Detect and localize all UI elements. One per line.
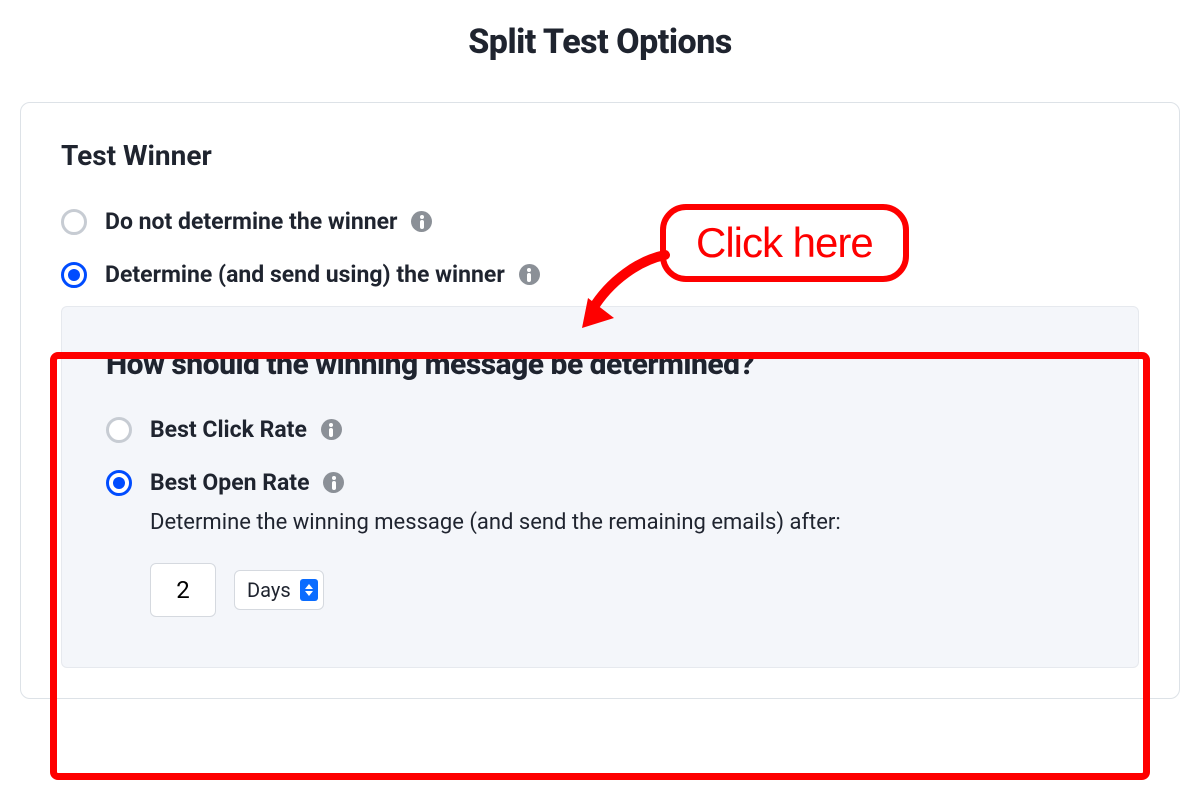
determine-after-controls: Days (150, 563, 1094, 617)
determination-panel: How should the winning message be determ… (61, 306, 1139, 668)
test-winner-heading: Test Winner (61, 139, 1139, 172)
test-winner-option-none[interactable]: Do not determine the winner (61, 208, 1139, 235)
info-icon[interactable] (411, 211, 432, 232)
page-title: Split Test Options (20, 22, 1180, 62)
duration-unit-select[interactable]: Days (234, 570, 324, 610)
info-icon[interactable] (323, 472, 344, 493)
radio-icon[interactable] (106, 417, 132, 443)
radio-label: Best Open Rate (150, 469, 309, 496)
radio-icon[interactable] (61, 209, 87, 235)
radio-label: Do not determine the winner (105, 208, 397, 235)
annotation-callout: Click here (660, 204, 909, 282)
duration-unit-label: Days (247, 578, 291, 602)
test-winner-option-determine[interactable]: Determine (and send using) the winner (61, 261, 1139, 288)
radio-icon[interactable] (61, 262, 87, 288)
determination-heading: How should the winning message be determ… (106, 347, 1094, 382)
radio-label: Determine (and send using) the winner (105, 261, 505, 288)
duration-input[interactable] (150, 563, 216, 617)
options-card: Test Winner Do not determine the winner … (20, 102, 1180, 699)
select-stepper-icon (300, 579, 318, 601)
determine-option-click-rate[interactable]: Best Click Rate (106, 416, 1094, 443)
determine-option-open-rate[interactable]: Best Open Rate (106, 469, 1094, 496)
radio-label: Best Click Rate (150, 416, 307, 443)
info-icon[interactable] (519, 264, 540, 285)
info-icon[interactable] (321, 419, 342, 440)
determine-after-text: Determine the winning message (and send … (150, 510, 1094, 535)
radio-icon[interactable] (106, 470, 132, 496)
